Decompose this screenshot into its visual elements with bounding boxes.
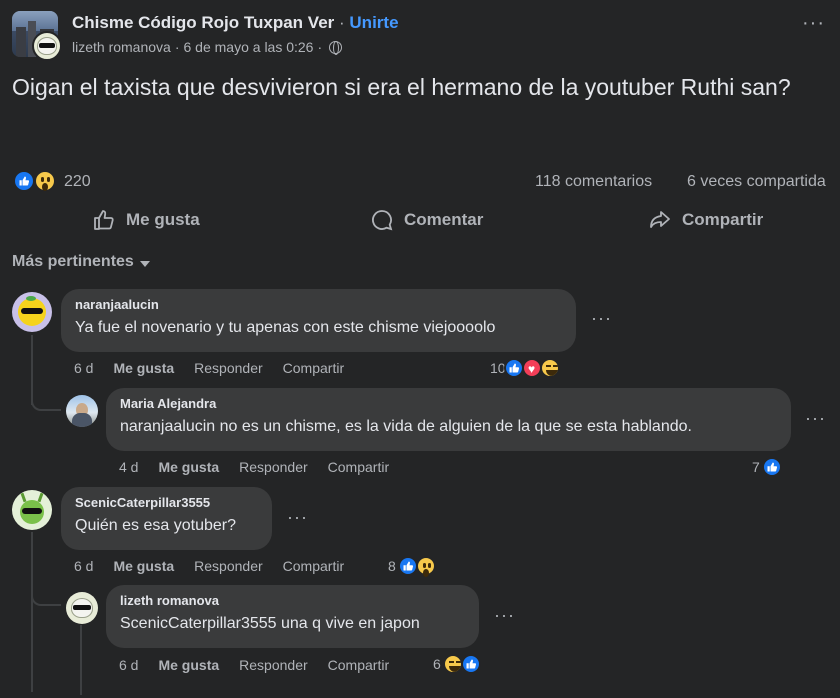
like-reaction-icon (761, 457, 782, 477)
group-name-link[interactable]: Chisme Código Rojo Tuxpan Ver (72, 13, 334, 32)
post-meta: lizeth romanova · 6 de mayo a las 0:26 · (72, 39, 343, 55)
comment-share-button[interactable]: Compartir (283, 360, 344, 376)
like-button-label: Me gusta (126, 210, 200, 229)
comment-text: naranjaalucin no es un chisme, es la vid… (120, 418, 692, 435)
comment-reactions[interactable]: 6 (433, 654, 481, 674)
comment-like-button[interactable]: Me gusta (158, 459, 219, 475)
comment-age[interactable]: 6 d (74, 360, 93, 376)
commenter-avatar[interactable] (12, 490, 52, 530)
globe-icon (329, 40, 343, 55)
commenter-name[interactable]: ScenicCaterpillar3555 (75, 495, 258, 511)
author-name-link[interactable]: lizeth romanova (72, 39, 171, 55)
like-reaction-icon (397, 556, 418, 576)
reaction-count[interactable]: 220 (64, 173, 91, 191)
meta-separator: · (174, 39, 180, 55)
comment-age[interactable]: 6 d (119, 657, 138, 673)
post-timestamp-link[interactable]: 6 de mayo a las 0:26 (184, 39, 314, 55)
comment-text: ScenicCaterpillar3555 una q vive en japo… (120, 615, 420, 632)
join-group-link[interactable]: Unirte (349, 13, 398, 32)
comment-more-icon[interactable]: ··· (494, 605, 515, 626)
thread-connector (31, 590, 61, 606)
share-arrow-icon (650, 211, 670, 228)
comment-button[interactable]: Comentar (370, 205, 483, 235)
caret-down-icon (139, 260, 150, 267)
comment-share-button[interactable]: Compartir (283, 558, 344, 574)
comment-text: Quién es esa yotuber? (75, 517, 236, 534)
share-button-label: Compartir (682, 210, 764, 229)
comment-reactions[interactable]: 10 ♥ (490, 358, 560, 378)
comment-actions: 6 d Me gusta Responder Compartir (74, 558, 364, 574)
like-reaction-icon (503, 358, 524, 378)
comment-reply-button[interactable]: Responder (239, 459, 308, 475)
comment-like-button[interactable]: Me gusta (158, 657, 219, 673)
comment-actions: 6 d Me gusta Responder Compartir (119, 657, 409, 673)
like-reaction-icon (13, 170, 35, 192)
separator: · (339, 13, 345, 32)
commenter-avatar[interactable] (66, 395, 98, 427)
commenter-avatar[interactable] (12, 292, 52, 332)
like-button[interactable]: Me gusta (92, 205, 200, 235)
commenter-name[interactable]: lizeth romanova (120, 593, 465, 609)
comment-reply-button[interactable]: Responder (194, 558, 263, 574)
commenter-avatar[interactable] (66, 592, 98, 624)
comment-more-icon[interactable]: ··· (805, 408, 826, 429)
commenter-name[interactable]: Maria Alejandra (120, 396, 777, 412)
comment-bubble-icon (372, 210, 393, 231)
comment-text: Ya fue el novenario y tu apenas con este… (75, 319, 496, 336)
more-options-icon[interactable]: ··· (802, 13, 838, 42)
comment-like-button[interactable]: Me gusta (113, 360, 174, 376)
haha-reaction-icon (442, 654, 463, 674)
comment-reply-button[interactable]: Responder (239, 657, 308, 673)
comment-reaction-count: 7 (752, 459, 760, 475)
like-reaction-icon (460, 654, 481, 674)
comment-more-icon[interactable]: ··· (287, 507, 308, 528)
comment-actions: 6 d Me gusta Responder Compartir (74, 360, 364, 376)
group-title: Chisme Código Rojo Tuxpan Ver · Unirte (72, 13, 399, 33)
comment-reaction-count: 6 (433, 656, 441, 672)
comment-sort-dropdown[interactable]: Más pertinentes (12, 253, 150, 271)
comment-bubble: naranjaalucin Ya fue el novenario y tu a… (61, 289, 576, 352)
comment-actions: 4 d Me gusta Responder Compartir (119, 459, 409, 475)
comment-reactions[interactable]: 7 (752, 457, 782, 477)
comment-reply-button[interactable]: Responder (194, 360, 263, 376)
comment-bubble: Maria Alejandra naranjaalucin no es un c… (106, 388, 791, 451)
thread-connector (31, 395, 61, 411)
comment-reaction-count: 8 (388, 558, 396, 574)
comment-age[interactable]: 6 d (74, 558, 93, 574)
haha-reaction-icon (539, 358, 560, 378)
comment-more-icon[interactable]: ··· (591, 308, 612, 329)
comment-reactions[interactable]: 8 (388, 556, 436, 577)
commenter-name[interactable]: naranjaalucin (75, 297, 562, 313)
comment-share-button[interactable]: Compartir (328, 657, 389, 673)
post-text: Oigan el taxista que desvivieron si era … (12, 74, 791, 100)
wow-reaction-icon (415, 556, 436, 577)
sort-label: Más pertinentes (12, 253, 134, 270)
love-reaction-icon: ♥ (521, 358, 542, 378)
thumbs-up-icon (94, 210, 114, 230)
shares-count-link[interactable]: 6 veces compartida (687, 173, 840, 191)
thread-line (31, 532, 33, 692)
comment-button-label: Comentar (404, 210, 484, 229)
wow-reaction-icon (34, 170, 56, 192)
author-avatar[interactable] (32, 31, 62, 61)
comment-bubble: ScenicCaterpillar3555 Quién es esa yotub… (61, 487, 272, 550)
comment-age[interactable]: 4 d (119, 459, 138, 475)
meta-separator: · (317, 39, 323, 55)
comment-share-button[interactable]: Compartir (328, 459, 389, 475)
share-button[interactable]: Compartir (648, 205, 763, 235)
comment-bubble: lizeth romanova ScenicCaterpillar3555 un… (106, 585, 479, 648)
comment-like-button[interactable]: Me gusta (113, 558, 174, 574)
thread-line (80, 625, 82, 695)
comments-count-link[interactable]: 118 comentarios (535, 173, 652, 191)
post-reaction-icons[interactable] (13, 170, 63, 194)
